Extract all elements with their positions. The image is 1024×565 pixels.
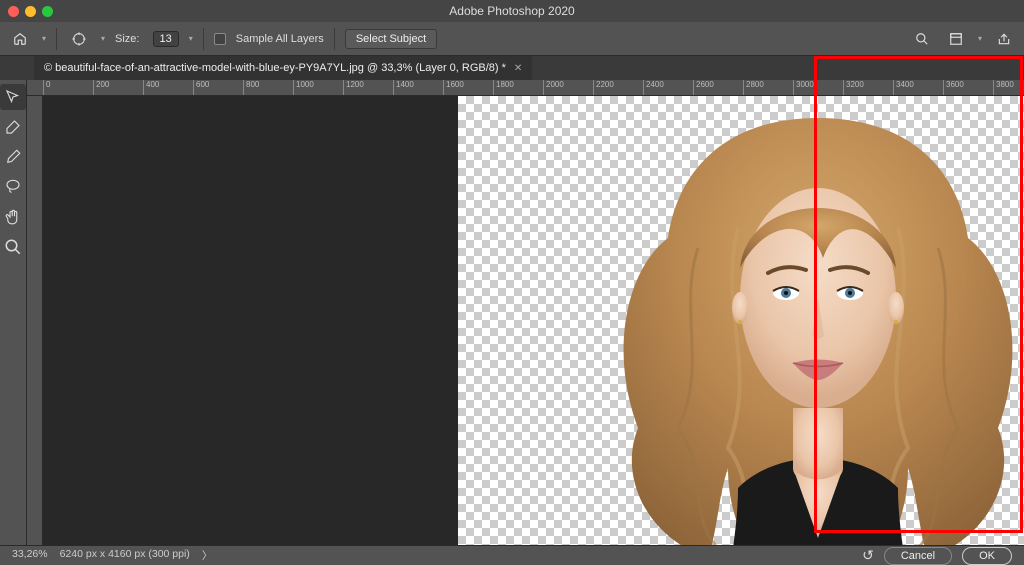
chevron-down-icon[interactable]: ▾ bbox=[42, 34, 46, 43]
app-title: Adobe Photoshop 2020 bbox=[0, 4, 1024, 18]
ruler-tick: 3000 bbox=[793, 80, 843, 95]
close-icon[interactable] bbox=[8, 6, 19, 17]
ruler-tick: 1200 bbox=[343, 80, 393, 95]
brush-tool[interactable] bbox=[0, 144, 26, 170]
footer-bar: 33,26% 6240 px x 4160 px (300 ppi) 〉 ↺ C… bbox=[0, 545, 1024, 565]
divider bbox=[334, 28, 335, 50]
sample-all-layers-checkbox[interactable]: Sample All Layers bbox=[214, 33, 324, 45]
ruler-tick: 2800 bbox=[743, 80, 793, 95]
ruler-tick: 600 bbox=[193, 80, 243, 95]
portrait-image bbox=[568, 108, 1024, 545]
titlebar: Adobe Photoshop 2020 bbox=[0, 0, 1024, 22]
maximize-icon[interactable] bbox=[42, 6, 53, 17]
zoom-tool[interactable] bbox=[0, 234, 26, 260]
search-icon[interactable] bbox=[910, 27, 934, 51]
chevron-down-icon[interactable]: ▾ bbox=[101, 34, 105, 43]
minimize-icon[interactable] bbox=[25, 6, 36, 17]
ruler-tick: 2000 bbox=[543, 80, 593, 95]
ruler-tick: 1600 bbox=[443, 80, 493, 95]
checkbox-icon bbox=[214, 33, 226, 45]
zoom-readout[interactable]: 33,26% bbox=[12, 548, 48, 563]
window-controls bbox=[8, 6, 53, 17]
windows-icon[interactable] bbox=[944, 27, 968, 51]
cancel-button[interactable]: Cancel bbox=[884, 547, 952, 565]
chevron-right-icon[interactable]: 〉 bbox=[202, 548, 213, 563]
home-icon[interactable] bbox=[8, 27, 32, 51]
ok-button[interactable]: OK bbox=[962, 547, 1012, 565]
tool-column bbox=[0, 80, 27, 545]
document-tab-row: © beautiful-face-of-an-attractive-model-… bbox=[0, 56, 1024, 80]
reset-icon[interactable]: ↺ bbox=[862, 547, 874, 564]
chevron-down-icon[interactable]: ▾ bbox=[978, 34, 982, 43]
size-input[interactable]: 13 bbox=[153, 31, 179, 47]
divider bbox=[56, 28, 57, 50]
ruler-tick: 1400 bbox=[393, 80, 443, 95]
select-subject-button[interactable]: Select Subject bbox=[345, 29, 437, 49]
ruler-tick: 1000 bbox=[293, 80, 343, 95]
canvas-area: 0200400600800100012001400160018002000220… bbox=[27, 80, 1024, 545]
tab-title: © beautiful-face-of-an-attractive-model-… bbox=[44, 62, 506, 74]
ruler-tick: 3600 bbox=[943, 80, 993, 95]
canvas[interactable] bbox=[43, 96, 1024, 545]
ruler-tick: 200 bbox=[93, 80, 143, 95]
document-tab[interactable]: © beautiful-face-of-an-attractive-model-… bbox=[34, 56, 532, 80]
ruler-tick: 2400 bbox=[643, 80, 693, 95]
ruler-tick: 2200 bbox=[593, 80, 643, 95]
lasso-tool[interactable] bbox=[0, 174, 26, 200]
chevron-down-icon[interactable]: ▾ bbox=[189, 34, 193, 43]
ruler-horizontal: 0200400600800100012001400160018002000220… bbox=[27, 80, 1024, 96]
artboard bbox=[458, 96, 1024, 545]
refine-brush-tool[interactable] bbox=[0, 114, 26, 140]
sample-all-label: Sample All Layers bbox=[236, 33, 324, 45]
hand-tool[interactable] bbox=[0, 204, 26, 230]
ruler-tick: 0 bbox=[43, 80, 93, 95]
brush-target-icon[interactable] bbox=[67, 27, 91, 51]
ruler-tick: 3200 bbox=[843, 80, 893, 95]
close-tab-icon[interactable]: ✕ bbox=[514, 63, 522, 74]
size-label: Size: bbox=[115, 33, 139, 45]
options-bar: ▾ ▾ Size: 13 ▾ Sample All Layers Select … bbox=[0, 22, 1024, 56]
ruler-vertical bbox=[27, 96, 43, 545]
ruler-tick: 2600 bbox=[693, 80, 743, 95]
share-icon[interactable] bbox=[992, 27, 1016, 51]
ruler-tick: 1800 bbox=[493, 80, 543, 95]
divider bbox=[203, 28, 204, 50]
ruler-tick: 400 bbox=[143, 80, 193, 95]
quick-select-tool[interactable] bbox=[0, 84, 26, 110]
ruler-tick: 3800 bbox=[993, 80, 1024, 95]
ruler-tick: 3400 bbox=[893, 80, 943, 95]
doc-dimensions: 6240 px x 4160 px (300 ppi) bbox=[60, 548, 190, 563]
ruler-tick: 800 bbox=[243, 80, 293, 95]
